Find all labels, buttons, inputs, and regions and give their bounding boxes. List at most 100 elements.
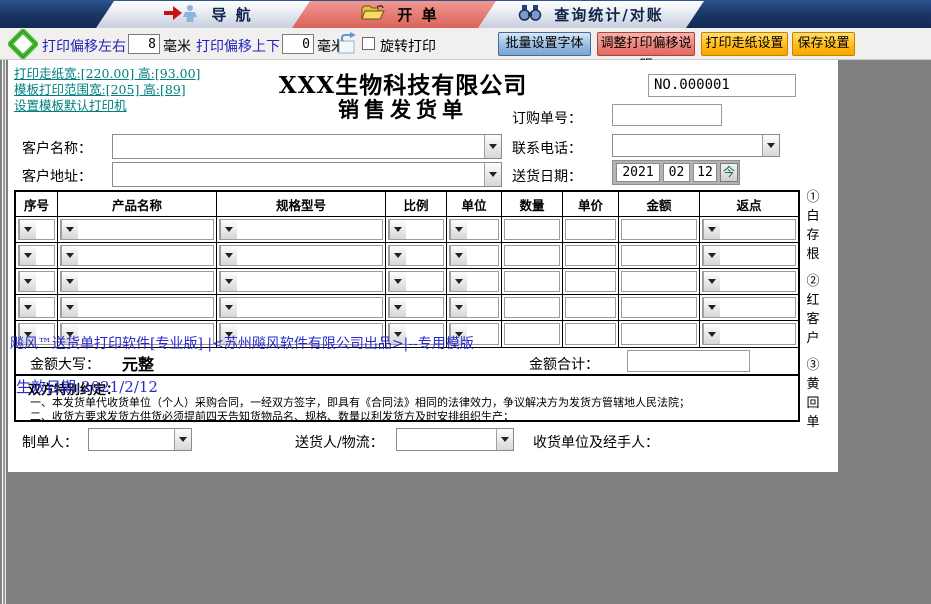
item-input[interactable] xyxy=(504,323,560,345)
item-combo[interactable] xyxy=(388,219,444,240)
chevron-down-icon[interactable] xyxy=(703,298,720,317)
chevron-down-icon[interactable] xyxy=(389,298,406,317)
item-combo[interactable] xyxy=(702,219,796,240)
tab-create-order[interactable]: 开 单 xyxy=(292,1,508,28)
item-combo[interactable] xyxy=(60,219,214,240)
chevron-down-icon[interactable] xyxy=(703,246,720,265)
item-combo[interactable] xyxy=(388,245,444,266)
item-combo[interactable] xyxy=(449,245,499,266)
default-printer-link[interactable]: 设置模板默认打印机 xyxy=(14,98,200,114)
rotate-print-checkbox[interactable] xyxy=(362,37,375,50)
order-no-input[interactable] xyxy=(612,104,722,126)
chevron-down-icon[interactable] xyxy=(762,135,779,156)
chevron-down-icon[interactable] xyxy=(450,220,467,239)
chevron-down-icon[interactable] xyxy=(703,272,720,291)
chevron-down-icon[interactable] xyxy=(450,298,467,317)
print-toolbar: 打印偏移左右 毫米 打印偏移上下 毫米 旋转打印 批量设置字体 调整打印偏移说明… xyxy=(0,27,931,73)
date-day-input[interactable]: 12 xyxy=(693,163,717,182)
item-input[interactable] xyxy=(504,297,560,318)
item-input[interactable] xyxy=(565,245,616,266)
item-combo[interactable] xyxy=(219,219,383,240)
offset-ud-input[interactable] xyxy=(282,34,314,54)
item-cell xyxy=(700,217,798,242)
item-combo[interactable] xyxy=(702,297,796,318)
save-settings-button[interactable]: 保存设置 xyxy=(792,32,855,56)
item-combo[interactable] xyxy=(702,323,796,345)
chevron-down-icon[interactable] xyxy=(389,272,406,291)
item-combo[interactable] xyxy=(60,297,214,318)
item-combo[interactable] xyxy=(18,271,55,292)
chevron-down-icon[interactable] xyxy=(174,429,191,450)
item-input[interactable] xyxy=(504,271,560,292)
item-combo[interactable] xyxy=(702,271,796,292)
item-combo[interactable] xyxy=(18,245,55,266)
chevron-down-icon[interactable] xyxy=(703,220,720,239)
chevron-down-icon[interactable] xyxy=(61,298,78,317)
item-input[interactable] xyxy=(621,323,697,345)
item-input[interactable] xyxy=(504,219,560,240)
chevron-down-icon[interactable] xyxy=(496,429,513,450)
batch-set-font-button[interactable]: 批量设置字体 xyxy=(498,32,591,56)
chevron-down-icon[interactable] xyxy=(61,272,78,291)
offset-lr-input[interactable] xyxy=(128,34,160,54)
chevron-down-icon[interactable] xyxy=(389,220,406,239)
col-header-rebate: 返点 xyxy=(736,197,762,213)
chevron-down-icon[interactable] xyxy=(450,272,467,291)
item-combo[interactable] xyxy=(449,271,499,292)
term-line-2: 二、收货方要求发货方供货必须提前四天告知货物品名、规格、数量以利发货方及时安排组… xyxy=(30,410,514,423)
amount-total-input[interactable] xyxy=(627,350,750,372)
item-combo[interactable] xyxy=(60,271,214,292)
item-combo[interactable] xyxy=(219,271,383,292)
paper-size-link[interactable]: 打印走纸宽:[220.00] 高:[93.00] xyxy=(14,66,200,82)
item-input[interactable] xyxy=(565,271,616,292)
chevron-down-icon[interactable] xyxy=(220,220,237,239)
chevron-down-icon[interactable] xyxy=(703,324,720,344)
item-input[interactable] xyxy=(565,219,616,240)
item-combo[interactable] xyxy=(18,297,55,318)
item-combo[interactable] xyxy=(60,245,214,266)
item-combo[interactable] xyxy=(702,245,796,266)
chevron-down-icon[interactable] xyxy=(220,298,237,317)
template-range-link[interactable]: 模板打印范围宽:[205] 高:[89] xyxy=(14,82,200,98)
tab-navigation[interactable]: 导 航 xyxy=(96,1,320,28)
today-button[interactable]: 今 xyxy=(720,163,738,182)
chevron-down-icon[interactable] xyxy=(484,135,501,158)
customer-name-combo[interactable] xyxy=(112,134,502,159)
chevron-down-icon[interactable] xyxy=(61,246,78,265)
chevron-down-icon[interactable] xyxy=(389,246,406,265)
date-year-input[interactable]: 2021 xyxy=(616,163,660,182)
item-cell xyxy=(619,295,700,320)
chevron-down-icon[interactable] xyxy=(450,246,467,265)
item-combo[interactable] xyxy=(388,297,444,318)
date-month-input[interactable]: 02 xyxy=(663,163,690,182)
chevron-down-icon[interactable] xyxy=(19,298,36,317)
item-input[interactable] xyxy=(621,297,697,318)
tab-query-statistics[interactable]: 查询统计/对账 xyxy=(478,1,704,28)
customer-addr-combo[interactable] xyxy=(112,162,502,187)
item-input[interactable] xyxy=(621,219,697,240)
chevron-down-icon[interactable] xyxy=(484,163,501,186)
chevron-down-icon[interactable] xyxy=(220,246,237,265)
courier-combo[interactable] xyxy=(396,428,514,451)
item-combo[interactable] xyxy=(449,297,499,318)
chevron-down-icon[interactable] xyxy=(19,246,36,265)
chevron-down-icon[interactable] xyxy=(19,220,36,239)
item-input[interactable] xyxy=(565,297,616,318)
item-combo[interactable] xyxy=(449,219,499,240)
item-input[interactable] xyxy=(504,245,560,266)
phone-combo[interactable] xyxy=(612,134,780,157)
item-input[interactable] xyxy=(621,271,697,292)
item-combo[interactable] xyxy=(219,297,383,318)
chevron-down-icon[interactable] xyxy=(19,272,36,291)
item-input[interactable] xyxy=(621,245,697,266)
item-combo[interactable] xyxy=(219,245,383,266)
chevron-down-icon[interactable] xyxy=(220,272,237,291)
item-cell xyxy=(447,295,502,320)
item-combo[interactable] xyxy=(388,271,444,292)
item-combo[interactable] xyxy=(18,219,55,240)
paper-feed-settings-button[interactable]: 打印走纸设置 xyxy=(701,32,788,56)
adjust-offset-help-button[interactable]: 调整打印偏移说明 xyxy=(597,32,695,73)
item-input[interactable] xyxy=(565,323,616,345)
maker-combo[interactable] xyxy=(88,428,192,451)
chevron-down-icon[interactable] xyxy=(61,220,78,239)
